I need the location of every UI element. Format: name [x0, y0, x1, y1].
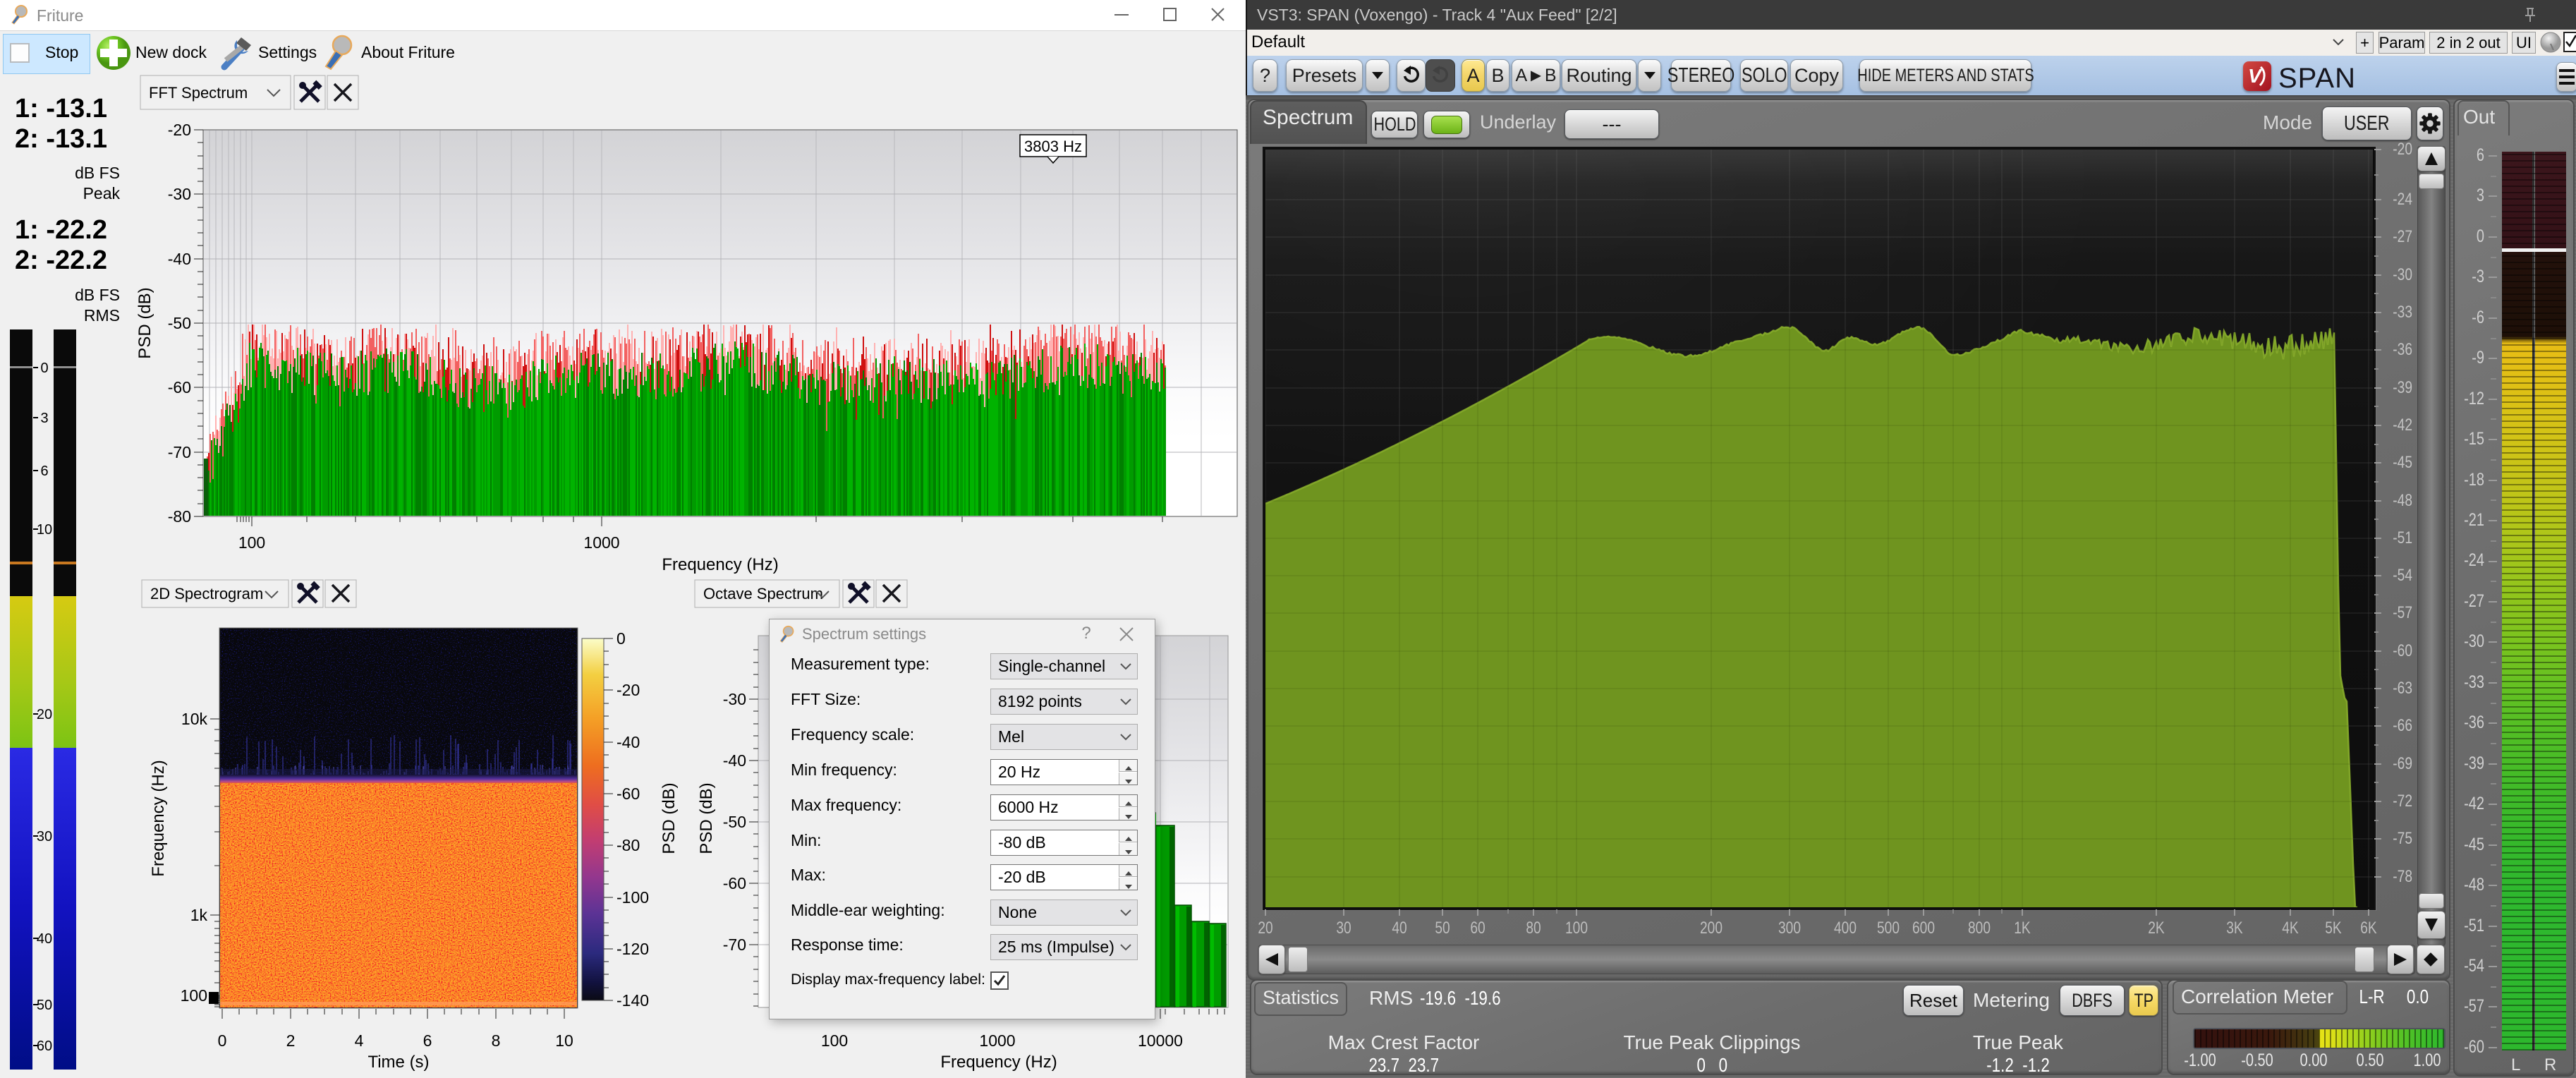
svg-text:-120: -120	[616, 940, 649, 958]
svg-text:8: 8	[492, 1031, 501, 1050]
svg-text:-50: -50	[168, 314, 191, 332]
svg-text:50: 50	[37, 998, 52, 1013]
svg-text:30: 30	[37, 829, 52, 844]
svg-text:6: 6	[423, 1031, 432, 1050]
svg-text:-60: -60	[723, 874, 746, 892]
svg-text:PSD (dB): PSD (dB)	[660, 782, 679, 854]
svg-text:-100: -100	[616, 888, 649, 907]
svg-text:40: 40	[37, 931, 52, 947]
svg-text:1000: 1000	[583, 533, 619, 552]
svg-text:100: 100	[181, 986, 207, 1005]
svg-text:PSD (dB): PSD (dB)	[135, 287, 154, 358]
svg-text:Frequency (Hz): Frequency (Hz)	[662, 555, 778, 574]
svg-text:Octave Spectrum: Octave Spectrum	[703, 585, 823, 602]
svg-text:-20: -20	[168, 121, 191, 139]
svg-text:dB FS: dB FS	[75, 286, 120, 304]
svg-text:-60: -60	[616, 785, 640, 803]
svg-text:-60: -60	[168, 378, 191, 396]
svg-text:3803 Hz: 3803 Hz	[1024, 138, 1082, 155]
svg-text:3: 3	[40, 411, 48, 426]
svg-text:10: 10	[555, 1031, 573, 1050]
svg-text:-80: -80	[168, 507, 191, 526]
svg-text:-140: -140	[616, 991, 649, 1010]
svg-text:20: 20	[37, 707, 52, 722]
svg-text:PSD (dB): PSD (dB)	[697, 782, 716, 854]
svg-text:-70: -70	[723, 935, 746, 954]
svg-text:dB FS: dB FS	[75, 164, 120, 182]
svg-text:60: 60	[37, 1038, 52, 1054]
svg-text:Frequency (Hz): Frequency (Hz)	[149, 760, 168, 876]
svg-text:4: 4	[355, 1031, 364, 1050]
svg-text:2D Spectrogram: 2D Spectrogram	[150, 585, 263, 602]
svg-text:0: 0	[218, 1031, 227, 1050]
svg-text:-80: -80	[616, 836, 640, 854]
svg-text:FFT Spectrum: FFT Spectrum	[149, 84, 248, 102]
svg-text:10000: 10000	[1138, 1031, 1183, 1050]
svg-text:6: 6	[40, 464, 48, 479]
svg-text:-40: -40	[616, 733, 640, 751]
svg-text:-50: -50	[723, 813, 746, 831]
svg-text:Frequency (Hz): Frequency (Hz)	[940, 1053, 1057, 1072]
svg-text:1: -13.1: 1: -13.1	[15, 94, 107, 123]
svg-text:2: 2	[286, 1031, 296, 1050]
svg-text:2: -22.2: 2: -22.2	[15, 246, 107, 275]
svg-text:100: 100	[821, 1031, 848, 1050]
svg-text:-20: -20	[616, 681, 640, 699]
svg-text:1: -22.2: 1: -22.2	[15, 215, 107, 245]
svg-text:1000: 1000	[979, 1031, 1015, 1050]
svg-text:-30: -30	[168, 185, 191, 203]
svg-text:Time (s): Time (s)	[367, 1053, 429, 1072]
svg-text:2: -13.1: 2: -13.1	[15, 124, 107, 154]
svg-text:10: 10	[37, 522, 52, 538]
svg-text:0: 0	[40, 361, 48, 376]
svg-text:-70: -70	[168, 443, 191, 461]
svg-text:-30: -30	[723, 690, 746, 708]
svg-text:10k: 10k	[181, 710, 208, 728]
svg-text:0: 0	[616, 629, 626, 648]
svg-text:-40: -40	[168, 250, 191, 268]
svg-text:Peak: Peak	[83, 184, 121, 202]
svg-text:1k: 1k	[190, 906, 208, 924]
svg-text:-40: -40	[723, 751, 746, 770]
svg-text:RMS: RMS	[84, 306, 120, 325]
svg-text:100: 100	[238, 533, 265, 552]
